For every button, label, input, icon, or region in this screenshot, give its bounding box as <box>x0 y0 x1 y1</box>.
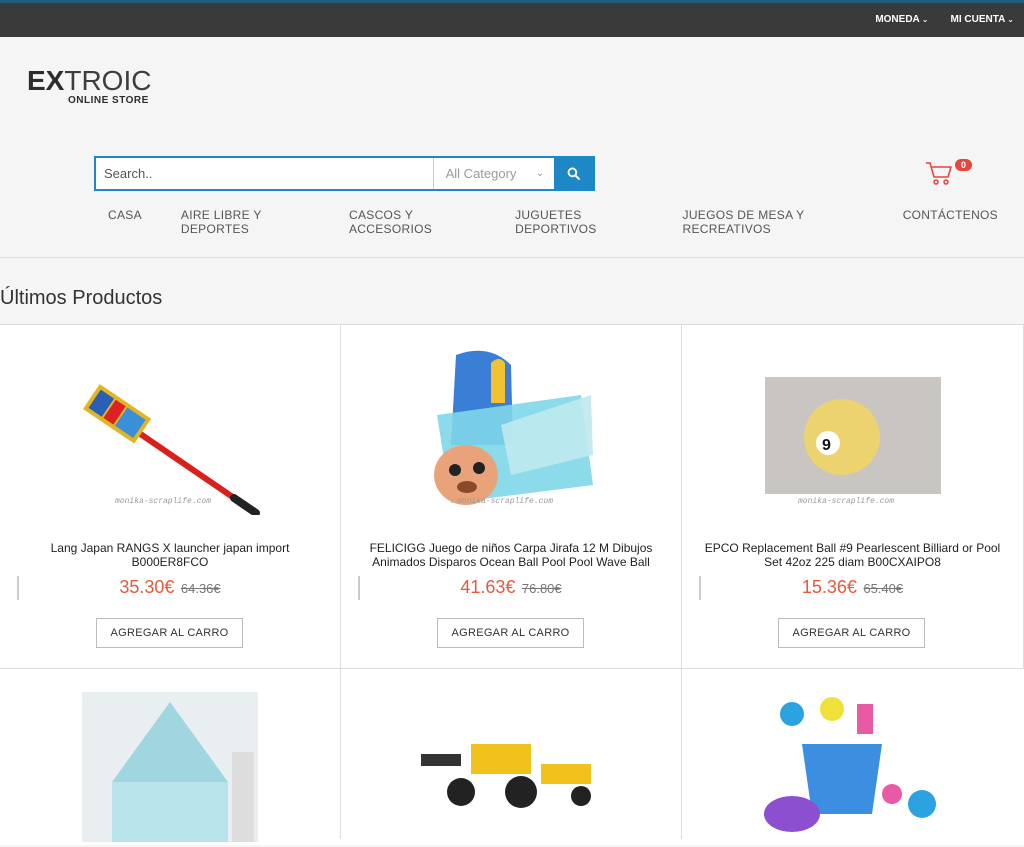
product-price: 41.63€ <box>460 577 516 597</box>
top-bar: MONEDA ⌄ MI CUENTA ⌄ <box>0 0 1024 37</box>
search-icon <box>567 167 580 180</box>
logo[interactable]: EXTROIC ONLINE STORE <box>27 65 152 107</box>
currency-menu[interactable]: MONEDA ⌄ <box>875 14 928 25</box>
logo-brand-bold: EX <box>27 65 65 96</box>
header-divider <box>0 257 1024 258</box>
add-to-cart-button[interactable]: AGREGAR AL CARRO <box>96 618 243 648</box>
category-select-value: All Category <box>445 166 517 181</box>
cart-icon <box>926 162 952 185</box>
category-select[interactable]: All Category ⌄ <box>434 158 555 189</box>
section-title: Últimos Productos <box>0 287 163 309</box>
product-image[interactable] <box>762 694 942 834</box>
product-prices: 41.63€ 76.80€ <box>341 577 681 598</box>
product-card: monika-scraplife.com Lang Japan RANGS X … <box>0 325 341 669</box>
product-card: monika-scraplife.com FELICIGG Juego de n… <box>341 325 682 669</box>
product-prices: 15.36€ 65.40€ <box>682 577 1023 598</box>
product-card <box>682 669 1024 839</box>
product-image[interactable]: monika-scraplife.com <box>341 325 681 515</box>
nav-item-juguetes[interactable]: JUGUETES DEPORTIVOS <box>502 208 643 236</box>
search-input[interactable] <box>96 158 434 189</box>
nav-item-aire-libre[interactable]: AIRE LIBRE Y DEPORTES <box>168 208 310 236</box>
chevron-down-icon: ⌄ <box>535 168 545 179</box>
product-old-price: 64.36€ <box>180 581 221 596</box>
account-label: MI CUENTA <box>950 14 1006 25</box>
product-grid: monika-scraplife.com Lang Japan RANGS X … <box>0 324 1024 845</box>
logo-tagline: ONLINE STORE <box>68 95 149 106</box>
product-image[interactable]: monika-scraplife.com <box>0 325 340 515</box>
product-watermark: monika-scraplife.com <box>798 497 894 506</box>
add-to-cart-button[interactable]: AGREGAR AL CARRO <box>778 618 925 648</box>
add-to-cart-button[interactable]: AGREGAR AL CARRO <box>437 618 584 648</box>
nav-item-contactenos[interactable]: CONTÁCTENOS <box>890 208 998 236</box>
product-prices: 35.30€ 64.36€ <box>0 577 340 598</box>
product-old-price: 76.80€ <box>521 581 562 596</box>
account-menu[interactable]: MI CUENTA ⌄ <box>950 14 1014 25</box>
product-name[interactable]: Lang Japan RANGS X launcher japan import… <box>20 541 320 569</box>
main-nav: CASA AIRE LIBRE Y DEPORTES CASCOS Y ACCE… <box>95 208 1024 236</box>
top-nav: MONEDA ⌄ MI CUENTA ⌄ <box>875 14 1014 25</box>
chevron-down-icon: ⌄ <box>921 15 929 24</box>
product-watermark: monika-scraplife.com <box>115 497 211 506</box>
currency-label: MONEDA <box>875 14 920 25</box>
product-price: 35.30€ <box>119 577 175 597</box>
product-image[interactable] <box>421 734 601 814</box>
nav-item-juegos-mesa[interactable]: JUEGOS DE MESA Y RECREATIVOS <box>670 208 864 236</box>
cart-count-badge: 0 <box>955 159 973 171</box>
nav-item-casa[interactable]: CASA <box>95 208 142 236</box>
logo-brand: EXTROIC <box>27 65 152 96</box>
cart-button[interactable]: 0 <box>925 159 973 188</box>
product-card: 9 monika-scraplife.com EPCO Replacement … <box>682 325 1024 669</box>
product-old-price: 65.40€ <box>863 581 904 596</box>
product-price: 15.36€ <box>801 577 857 597</box>
chevron-down-icon: ⌄ <box>1007 15 1014 24</box>
search-button[interactable] <box>554 158 593 189</box>
product-watermark: monika-scraplife.com <box>457 497 553 506</box>
product-card <box>341 669 682 839</box>
product-image[interactable] <box>82 692 258 842</box>
ball-number: 9 <box>822 437 831 454</box>
product-name[interactable]: FELICIGG Juego de niños Carpa Jirafa 12 … <box>361 541 661 569</box>
logo-brand-rest: TROIC <box>64 65 152 96</box>
product-name[interactable]: EPCO Replacement Ball #9 Pearlescent Bil… <box>702 541 1003 569</box>
search-bar: All Category ⌄ <box>94 156 595 191</box>
nav-item-cascos[interactable]: CASCOS Y ACCESORIOS <box>336 208 476 236</box>
product-image[interactable]: 9 monika-scraplife.com <box>682 325 1022 515</box>
product-card <box>0 669 341 842</box>
